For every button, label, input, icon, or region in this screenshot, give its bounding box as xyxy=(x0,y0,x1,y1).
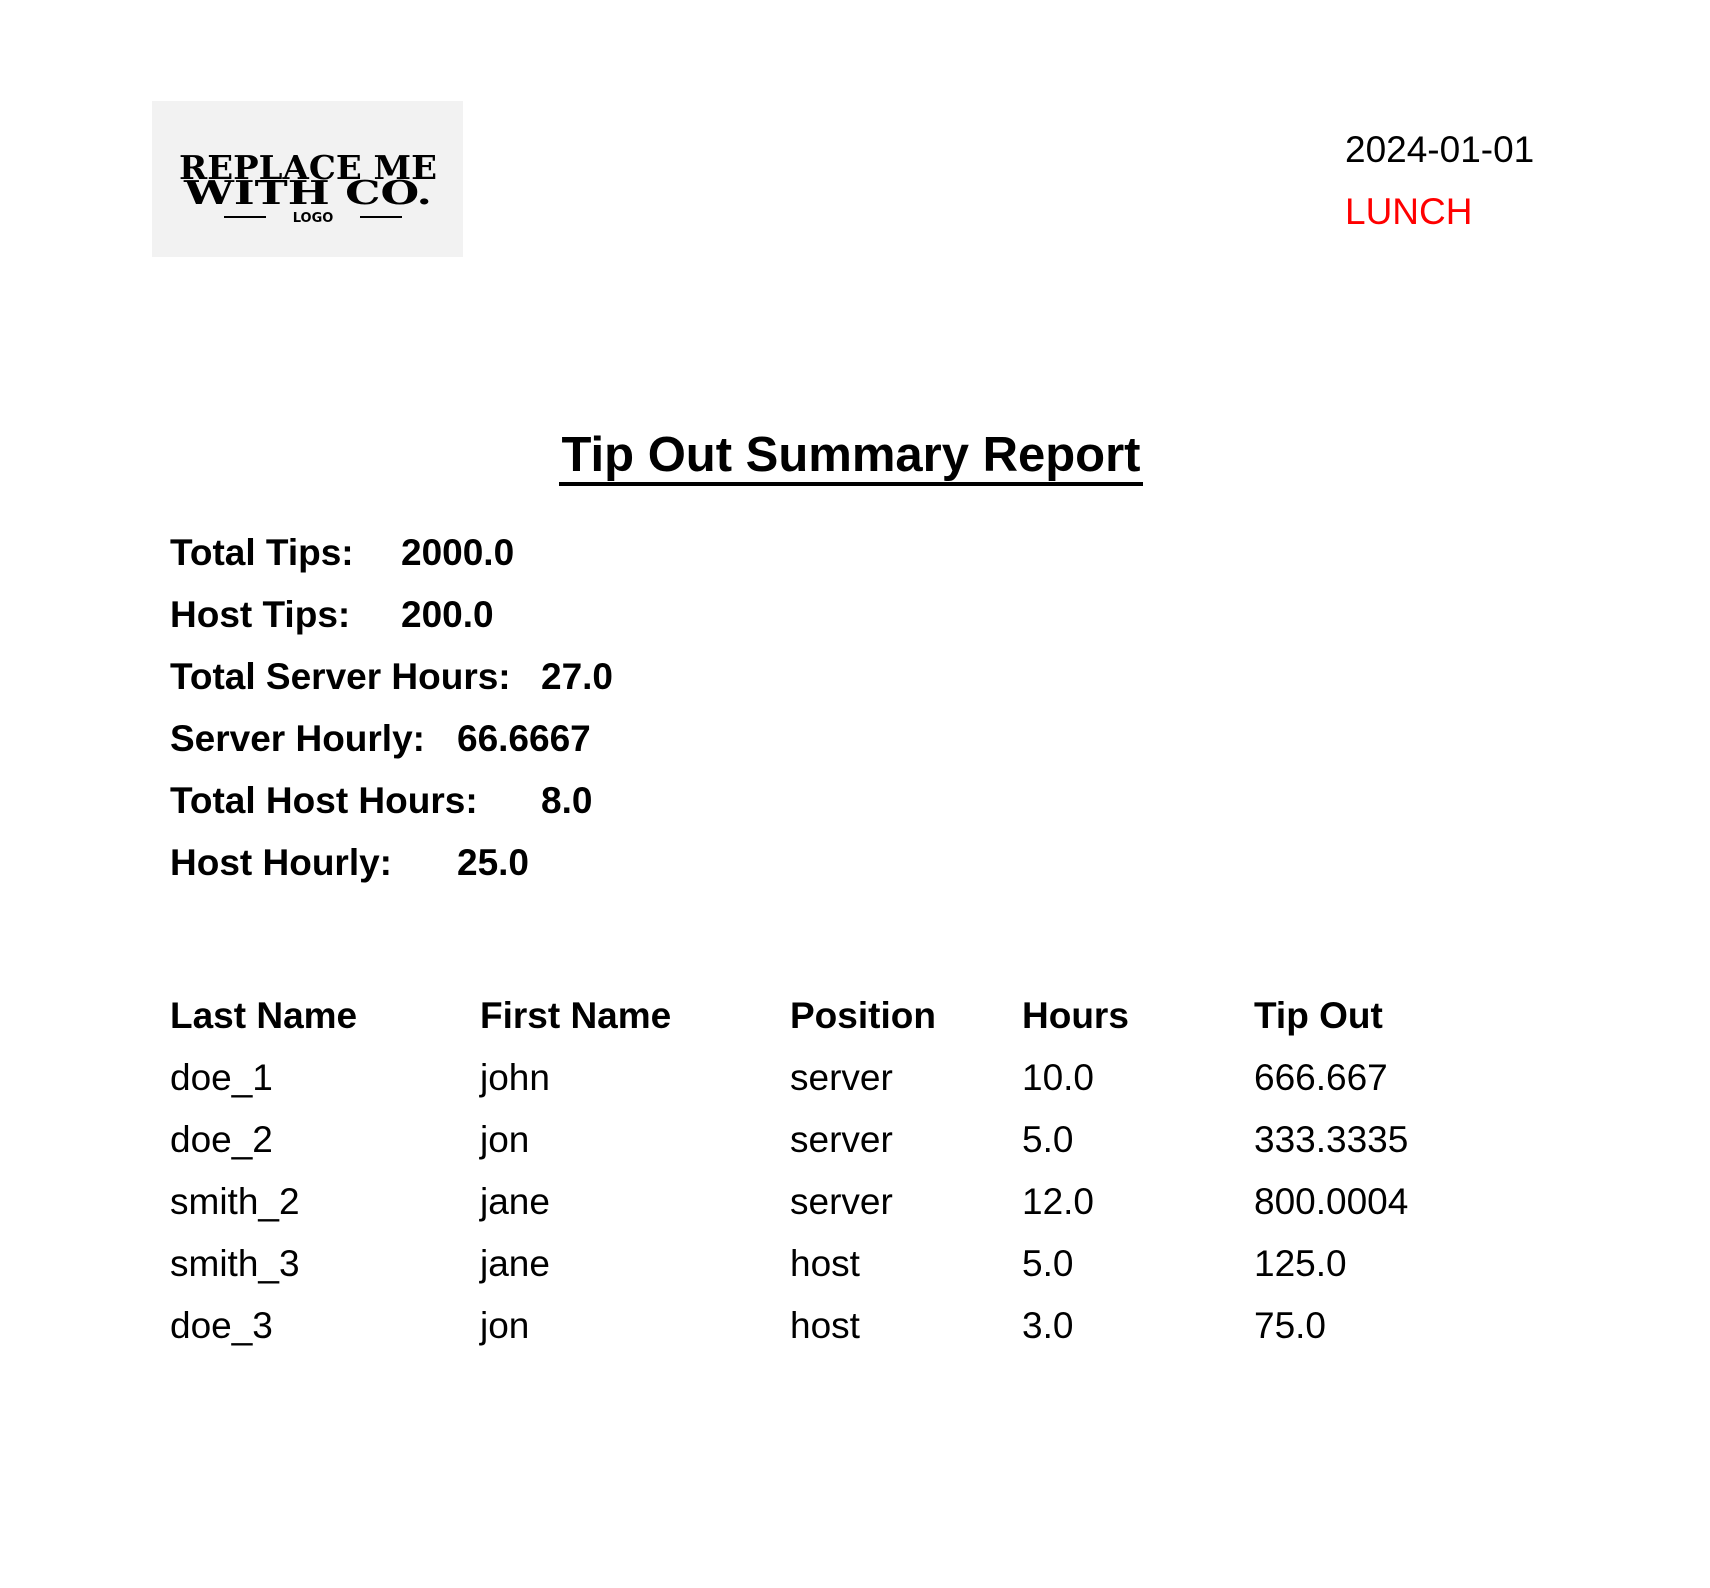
table-row: doe_1 john server 10.0 666.667 xyxy=(170,1055,1470,1117)
logo-line-3: LOGO xyxy=(293,211,334,226)
shift-label: LUNCH xyxy=(1345,191,1473,232)
summary-value: 66.6667 xyxy=(457,718,591,759)
summary-label: Total Server Hours: xyxy=(170,656,511,697)
column-header-hours: Hours xyxy=(1022,995,1129,1036)
cell-position: server xyxy=(790,1057,893,1098)
cell-position: server xyxy=(790,1119,893,1160)
cell-tip-out: 75.0 xyxy=(1254,1305,1327,1346)
report-title: Tip Out Summary Report xyxy=(559,428,1143,486)
cell-last-name: smith_3 xyxy=(170,1243,300,1284)
cell-hours: 12.0 xyxy=(1022,1181,1095,1222)
cell-first-name: jane xyxy=(480,1181,550,1222)
cell-last-name: smith_2 xyxy=(170,1181,300,1222)
summary-label: Host Hourly: xyxy=(170,842,392,883)
column-header-first-name: First Name xyxy=(480,995,672,1036)
summary-label: Total Tips: xyxy=(170,532,354,573)
cell-hours: 3.0 xyxy=(1022,1305,1074,1346)
cell-position: host xyxy=(790,1243,860,1284)
cell-last-name: doe_1 xyxy=(170,1057,273,1098)
column-header-tip-out: Tip Out xyxy=(1254,995,1383,1036)
table-row: doe_3 jon host 3.0 75.0 xyxy=(170,1303,1470,1365)
summary-value: 200.0 xyxy=(401,594,494,635)
cell-first-name: jon xyxy=(480,1119,530,1160)
cell-last-name: doe_3 xyxy=(170,1305,273,1346)
table-header-row: Last Name First Name Position Hours Tip … xyxy=(170,993,1470,1055)
cell-last-name: doe_2 xyxy=(170,1119,273,1160)
summary-label: Host Tips: xyxy=(170,594,351,635)
cell-first-name: jon xyxy=(480,1305,530,1346)
summary-label: Server Hourly: xyxy=(170,718,425,759)
cell-tip-out: 125.0 xyxy=(1254,1243,1347,1284)
table-row: smith_3 jane host 5.0 125.0 xyxy=(170,1241,1470,1303)
summary-value: 8.0 xyxy=(541,780,593,821)
column-header-position: Position xyxy=(790,995,936,1036)
cell-first-name: jane xyxy=(480,1243,550,1284)
cell-position: server xyxy=(790,1181,893,1222)
cell-tip-out: 800.0004 xyxy=(1254,1181,1409,1222)
column-header-last-name: Last Name xyxy=(170,995,358,1036)
summary-value: 25.0 xyxy=(457,842,530,883)
cell-first-name: john xyxy=(480,1057,550,1098)
tip-out-table: Last Name First Name Position Hours Tip … xyxy=(170,993,1470,1365)
table-row: smith_2 jane server 12.0 800.0004 xyxy=(170,1179,1470,1241)
summary-label: Total Host Hours: xyxy=(170,780,478,821)
cell-position: host xyxy=(790,1305,860,1346)
cell-hours: 5.0 xyxy=(1022,1243,1074,1284)
cell-hours: 5.0 xyxy=(1022,1119,1074,1160)
cell-hours: 10.0 xyxy=(1022,1057,1095,1098)
company-logo: REPLACE ME WITH CO. LOGO xyxy=(152,101,463,257)
report-date: 2024-01-01 xyxy=(1345,129,1535,170)
cell-tip-out: 666.667 xyxy=(1254,1057,1388,1098)
summary-value: 27.0 xyxy=(541,656,614,697)
logo-line-2: WITH CO. xyxy=(183,173,432,212)
table-row: doe_2 jon server 5.0 333.3335 xyxy=(170,1117,1470,1179)
report-title-wrapper: Tip Out Summary Report xyxy=(0,425,1710,486)
summary-value: 2000.0 xyxy=(401,532,515,573)
cell-tip-out: 333.3335 xyxy=(1254,1119,1409,1160)
